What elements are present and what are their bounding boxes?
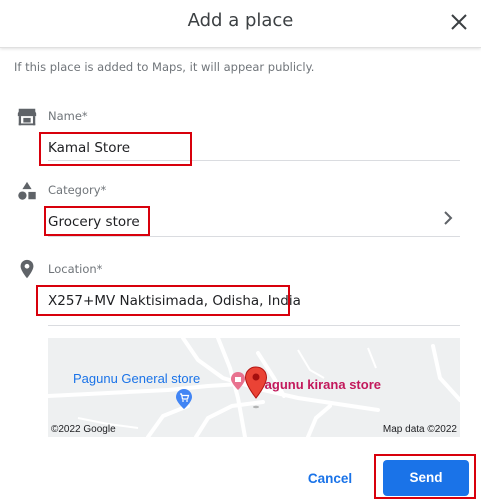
name-highlight-box [39, 132, 192, 166]
location-underline [48, 325, 460, 326]
name-label: Name* [48, 109, 88, 123]
send-highlight-box [374, 454, 476, 499]
shopping-cart-marker-icon[interactable] [175, 388, 193, 410]
category-label: Category* [48, 183, 107, 197]
store-icon [17, 108, 37, 126]
map-attribution-data[interactable]: Map data ©2022 [383, 424, 457, 435]
location-pin-icon [20, 259, 34, 279]
map-label-kirana-store[interactable]: Pagunu kirana store [256, 377, 381, 392]
map-preview[interactable]: Pagunu General store Pagunu kirana store… [48, 338, 460, 437]
cancel-button[interactable]: Cancel [290, 465, 370, 493]
dialog-title: Add a place [187, 10, 294, 31]
map-label-general-store[interactable]: Pagunu General store [73, 371, 200, 386]
map-attribution-google: ©2022 Google [51, 424, 116, 435]
category-underline [48, 236, 460, 237]
category-highlight-box [44, 206, 150, 236]
location-label: Location* [48, 262, 103, 276]
red-pin-marker-icon[interactable] [244, 366, 268, 410]
dialog-header: Add a place [0, 0, 481, 48]
chevron-right-icon[interactable] [441, 210, 455, 226]
close-icon[interactable] [447, 10, 471, 34]
location-highlight-box [36, 285, 290, 316]
category-shapes-icon [18, 181, 36, 200]
public-notice: If this place is added to Maps, it will … [14, 60, 315, 74]
